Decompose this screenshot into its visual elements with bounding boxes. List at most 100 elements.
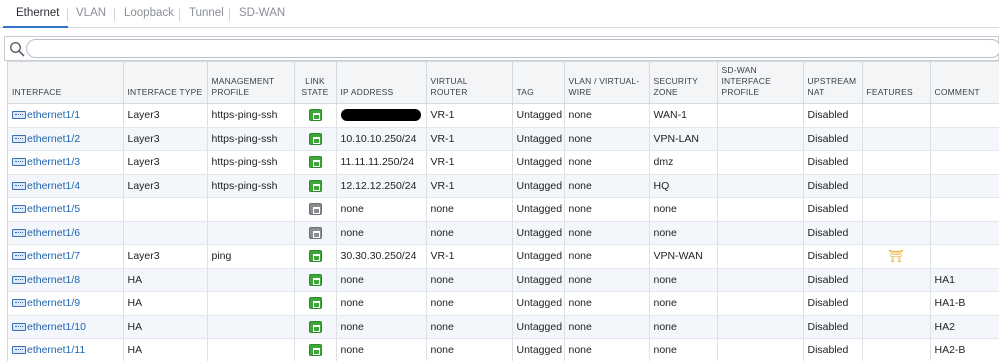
cell-sdwan-profile — [717, 197, 804, 222]
cell-link-state — [294, 150, 337, 175]
table-row[interactable]: ethernet1/7 Layer3 ping 30.30.30.250/24 VR-1… — [8, 244, 999, 269]
cell-interface: ethernet1/5 — [8, 197, 124, 222]
interface-link[interactable]: ethernet1/3 — [27, 156, 80, 168]
link-state-up-icon — [308, 250, 322, 263]
cell-tag: Untagged — [512, 150, 565, 175]
cell-ip-address — [336, 103, 427, 128]
column-header-link-state[interactable]: LINK STATE — [294, 61, 337, 104]
cell-link-state — [294, 244, 337, 269]
table-row[interactable]: ethernet1/11 HA none none Untagged none none Di… — [8, 338, 999, 361]
interface-link[interactable]: ethernet1/7 — [27, 250, 80, 262]
table-row[interactable]: ethernet1/6 none none Untagged none none Disab… — [8, 221, 999, 245]
cell-sdwan-profile — [717, 268, 804, 292]
cell-security-zone: none — [649, 338, 718, 361]
interface-link[interactable]: ethernet1/2 — [27, 133, 80, 145]
tab-sd-wan[interactable]: SD-WAN — [239, 7, 285, 19]
cell-interface-type: Layer3 — [123, 244, 208, 269]
cell-vlan-vwire: none — [564, 103, 650, 128]
cell-interface: ethernet1/11 — [8, 338, 124, 361]
cell-interface: ethernet1/9 — [8, 291, 124, 316]
column-header-vlan-vwire[interactable]: VLAN / VIRTUAL- WIRE — [564, 61, 650, 104]
column-header-virtual-router[interactable]: VIRTUAL ROUTER — [426, 61, 513, 104]
table-row[interactable]: ethernet1/9 HA none none Untagged none none Dis… — [8, 291, 999, 316]
table-row[interactable]: ethernet1/8 HA none none Untagged none none Dis… — [8, 268, 999, 292]
cell-tag: Untagged — [512, 315, 565, 339]
link-state-up-icon — [308, 179, 322, 192]
cell-sdwan-profile — [717, 315, 804, 339]
cell-security-zone: dmz — [649, 150, 718, 175]
cell-security-zone: VPN-WAN — [649, 244, 718, 269]
column-header-ip-address[interactable]: IP ADDRESS — [336, 61, 427, 104]
search-input[interactable] — [26, 39, 999, 58]
table-row[interactable]: ethernet1/3 Layer3 https-ping-ssh 11.11.11.… — [8, 150, 999, 175]
cell-interface-type: HA — [123, 338, 208, 361]
cell-vlan-vwire: none — [564, 221, 650, 245]
link-state-up-icon — [308, 320, 322, 333]
link-state-up-icon — [308, 297, 322, 310]
tab-ethernet[interactable]: Ethernet — [16, 7, 59, 19]
cell-features — [862, 103, 931, 128]
ip-address-value: 30.30.30.250/24 — [340, 250, 417, 263]
cell-features — [862, 197, 931, 222]
column-header-interface[interactable]: INTERFACE — [8, 61, 124, 104]
link-state-up-icon — [308, 109, 322, 122]
search-icon[interactable] — [9, 41, 25, 57]
cell-interface-type: Layer3 — [123, 174, 208, 198]
table-row[interactable]: ethernet1/1 Layer3 https-ping-ssh VR-1 Untag… — [8, 103, 999, 128]
feature-icon[interactable]: ⛩ — [867, 249, 926, 263]
table-header-row: INTERFACE INTERFACE TYPE MANAGEMENT PROFI… — [8, 61, 999, 104]
table-row[interactable]: ethernet1/4 Layer3 https-ping-ssh 12.12.12.… — [8, 174, 999, 198]
interface-link[interactable]: ethernet1/11 — [27, 344, 85, 356]
table-row[interactable]: ethernet1/5 none none Untagged none none Disab… — [8, 197, 999, 222]
cell-upstream-nat: Disabled — [803, 315, 863, 339]
column-header-interface-type[interactable]: INTERFACE TYPE — [123, 61, 208, 104]
tab-vlan[interactable]: VLAN — [76, 7, 106, 19]
table-row[interactable]: ethernet1/10 HA none none Untagged none none Di… — [8, 315, 999, 339]
cell-features — [862, 315, 931, 339]
cell-virtual-router: none — [426, 221, 513, 245]
cell-virtual-router: none — [426, 268, 513, 292]
interface-link[interactable]: ethernet1/10 — [27, 321, 86, 333]
cell-comment — [930, 244, 999, 269]
interface-link[interactable]: ethernet1/1 — [27, 109, 80, 121]
column-header-security-zone[interactable]: SECURITY ZONE — [649, 61, 718, 104]
cell-features — [862, 174, 931, 198]
cell-comment — [930, 197, 999, 222]
cell-sdwan-profile — [717, 221, 804, 245]
link-state-up-icon — [308, 132, 322, 145]
ip-address-value: none — [340, 297, 364, 310]
cell-link-state — [294, 103, 337, 128]
cell-interface: ethernet1/2 — [8, 127, 124, 151]
table-row[interactable]: ethernet1/2 Layer3 https-ping-ssh 10.10.10.… — [8, 127, 999, 151]
tab-loopback[interactable]: Loopback — [124, 7, 174, 19]
interface-link[interactable]: ethernet1/9 — [27, 297, 80, 309]
cell-upstream-nat: Disabled — [803, 174, 863, 198]
ip-address-value: none — [340, 320, 364, 333]
cell-management-profile: https-ping-ssh — [207, 174, 295, 198]
cell-vlan-vwire: none — [564, 150, 650, 175]
column-header-sdwan-profile[interactable]: SD-WAN INTERFACE PROFILE — [717, 61, 804, 104]
cell-upstream-nat: Disabled — [803, 244, 863, 269]
ethernet-port-icon — [12, 228, 26, 237]
column-header-comment[interactable]: COMMENT — [930, 61, 999, 104]
cell-comment — [930, 150, 999, 175]
ethernet-port-icon — [12, 299, 26, 308]
interface-link[interactable]: ethernet1/5 — [27, 203, 80, 215]
interface-link[interactable]: ethernet1/4 — [27, 180, 80, 192]
tab-tunnel[interactable]: Tunnel — [189, 7, 224, 19]
cell-virtual-router: VR-1 — [426, 103, 513, 128]
cell-ip-address: 11.11.11.250/24 — [336, 150, 427, 175]
cell-vlan-vwire: none — [564, 338, 650, 361]
column-header-management-profile[interactable]: MANAGEMENT PROFILE — [207, 61, 295, 104]
column-header-tag[interactable]: TAG — [512, 61, 565, 104]
cell-sdwan-profile — [717, 150, 804, 175]
cell-interface: ethernet1/6 — [8, 221, 124, 245]
column-header-features[interactable]: FEATURES — [862, 61, 931, 104]
cell-security-zone: none — [649, 315, 718, 339]
column-header-upstream-nat[interactable]: UPSTREAM NAT — [803, 61, 863, 104]
interface-link[interactable]: ethernet1/6 — [27, 227, 80, 239]
interface-link[interactable]: ethernet1/8 — [27, 274, 80, 286]
cell-management-profile — [207, 338, 295, 361]
cell-interface-type: HA — [123, 291, 208, 316]
link-state-up-icon — [308, 344, 322, 357]
